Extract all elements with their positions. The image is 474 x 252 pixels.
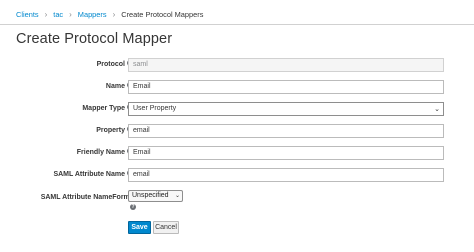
protocol-field: saml [128, 58, 444, 72]
help-icon[interactable]: ? [130, 204, 136, 210]
property-field[interactable]: email [128, 124, 444, 138]
breadcrumb-mappers-link[interactable]: Mappers [78, 8, 107, 22]
saml-attribute-nameformat-value: Unspecified [132, 192, 169, 199]
breadcrumb-client-link[interactable]: tac [53, 8, 63, 22]
page-title: Create Protocol Mapper [16, 31, 173, 47]
friendly-name-label: Friendly Name? [77, 146, 133, 160]
saml-attribute-name-label: SAML Attribute Name? [53, 168, 133, 182]
name-field[interactable]: Email [128, 80, 444, 94]
breadcrumb-separator-icon: › [112, 10, 116, 19]
mapper-type-select[interactable]: User Property ⌄ [128, 102, 444, 116]
saml-attribute-nameformat-select[interactable]: Unspecified ⌄ [128, 190, 183, 202]
friendly-name-field[interactable]: Email [128, 146, 444, 160]
chevron-down-icon: ⌄ [434, 106, 440, 113]
saml-attribute-nameformat-label: SAML Attribute NameFormat ? [40, 194, 136, 210]
saml-attribute-name-field[interactable]: email [128, 168, 444, 182]
breadcrumb-current: Create Protocol Mappers [121, 10, 204, 19]
save-button[interactable]: Save [128, 221, 151, 234]
mapper-type-label: Mapper Type? [82, 102, 133, 116]
breadcrumb-separator-icon: › [69, 10, 72, 19]
mapper-type-value: User Property [133, 105, 177, 112]
breadcrumb: Clients › tac › Mappers › Create Protoco… [16, 8, 203, 22]
chevron-down-icon: ⌄ [174, 193, 180, 199]
header-divider [0, 24, 474, 25]
breadcrumb-clients-link[interactable]: Clients [16, 8, 39, 22]
cancel-button[interactable]: Cancel [153, 221, 179, 234]
breadcrumb-separator-icon: › [44, 10, 48, 19]
